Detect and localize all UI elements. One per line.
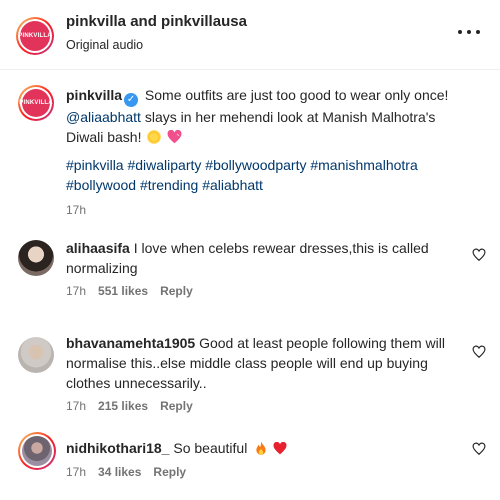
comment-time[interactable]: 17h — [66, 399, 86, 413]
heart-outline-icon[interactable] — [472, 248, 486, 262]
comment-time[interactable]: 17h — [66, 465, 86, 479]
header-account-primary[interactable]: pinkvilla — [66, 13, 126, 30]
avatar-ring: PINKVILLA — [19, 87, 53, 119]
more-options-button[interactable] — [458, 22, 480, 42]
avatar-ring: PINKVILLA — [18, 19, 52, 53]
header-account-secondary[interactable]: pinkvillausa — [161, 13, 247, 30]
caption-username[interactable]: pinkvilla — [66, 87, 122, 103]
reply-button[interactable]: Reply — [160, 284, 193, 298]
comment-likes[interactable]: 34 likes — [98, 465, 141, 479]
caption-avatar[interactable]: PINKVILLA — [18, 85, 54, 121]
comment-username[interactable]: alihaasifa — [66, 240, 130, 256]
comment-meta: 17h 551 likes Reply — [66, 284, 193, 298]
audio-link[interactable]: Original audio — [66, 38, 143, 52]
comment-time[interactable]: 17h — [66, 284, 86, 298]
comment-meta: 17h 215 likes Reply — [66, 399, 193, 413]
comment-text: alihaasifa I love when celebs rewear dre… — [66, 238, 456, 278]
avatar-photo — [22, 436, 52, 466]
comment-item: bhavanamehta1905 Good at least people fo… — [18, 333, 488, 415]
comment-meta: 17h 34 likes Reply — [66, 465, 186, 479]
post-header: PINKVILLA pinkvilla and pinkvillausa Ori… — [0, 0, 500, 70]
comment-likes[interactable]: 551 likes — [98, 284, 148, 298]
comment-username[interactable]: nidhikothari18_ — [66, 440, 169, 456]
comment-item: nidhikothari18_ So beautiful 17h 34 like… — [18, 432, 488, 484]
caption-text-part1: Some outfits are just too good to wear o… — [144, 87, 449, 103]
caption-timestamp[interactable]: 17h — [66, 203, 86, 217]
header-and-text: and — [130, 13, 157, 30]
pinkvilla-logo: PINKVILLA — [18, 21, 52, 51]
verified-icon: ✓ — [124, 93, 139, 107]
more-icon-dot — [467, 30, 471, 34]
pinkvilla-logo: PINKVILLA — [19, 89, 53, 117]
reply-button[interactable]: Reply — [160, 399, 193, 413]
caption-hashtags: #pinkvilla #diwaliparty #bollywoodparty … — [66, 155, 466, 195]
comment-item: alihaasifa I love when celebs rewear dre… — [18, 238, 488, 300]
more-icon — [458, 30, 462, 34]
comment-username[interactable]: bhavanamehta1905 — [66, 335, 195, 351]
header-accounts: pinkvilla and pinkvillausa — [66, 13, 247, 30]
reply-button[interactable]: Reply — [153, 465, 186, 479]
pink-heart-emoji — [167, 130, 182, 144]
heart-outline-icon[interactable] — [472, 442, 486, 456]
caption-text: pinkvilla ✓ Some outfits are just too goo… — [66, 85, 466, 147]
comment-text: nidhikothari18_ So beautiful — [66, 438, 456, 458]
logo-text: PINKVILLA — [19, 100, 53, 106]
comment-likes[interactable]: 215 likes — [98, 399, 148, 413]
hashtags-line-1[interactable]: #pinkvilla #diwaliparty #bollywoodparty … — [66, 155, 466, 175]
caption-mention[interactable]: @aliaabhatt — [66, 109, 141, 125]
more-icon-dot — [476, 30, 480, 34]
logo-text: PINKVILLA — [18, 33, 52, 39]
avatar-ring — [20, 434, 54, 468]
comment-body: So beautiful — [173, 440, 248, 456]
comment-avatar[interactable] — [18, 432, 56, 470]
fire-emoji — [256, 441, 266, 455]
heart-outline-icon[interactable] — [472, 345, 486, 359]
comment-text: bhavanamehta1905 Good at least people fo… — [66, 333, 456, 393]
hashtags-line-2[interactable]: #bollywood #trending #aliabhatt — [66, 175, 466, 195]
comment-avatar[interactable] — [18, 337, 54, 373]
header-avatar[interactable]: PINKVILLA — [16, 17, 54, 55]
red-heart-emoji — [273, 442, 287, 455]
sparkle-emoji — [147, 130, 162, 144]
comment-avatar[interactable] — [18, 240, 54, 276]
